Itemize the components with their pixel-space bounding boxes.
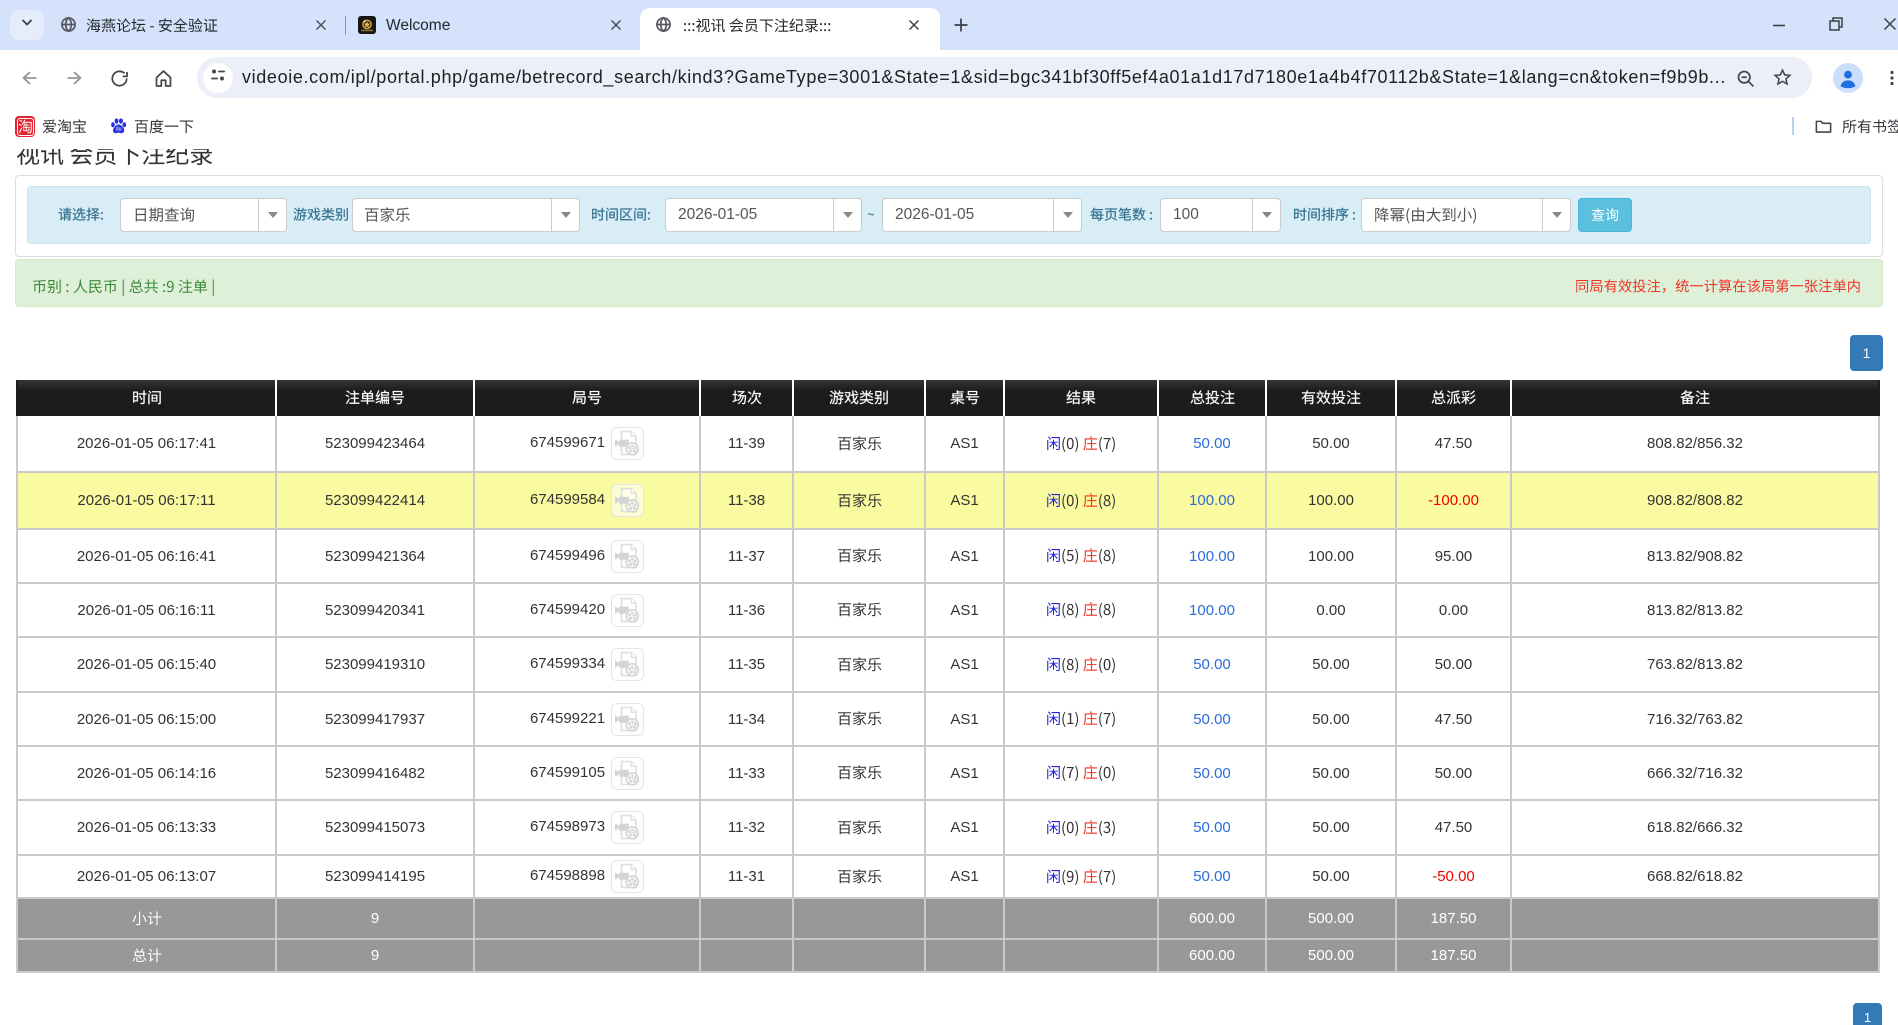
svg-text:du: du — [116, 127, 122, 133]
